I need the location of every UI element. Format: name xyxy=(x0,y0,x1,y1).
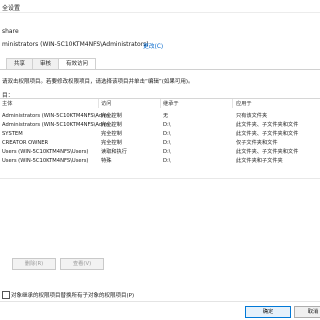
access-cell: 完全控制 xyxy=(101,140,122,146)
applies-to-cell: 此文件夹、子文件夹和文件 xyxy=(236,122,299,128)
inherited-from-cell: D:\ xyxy=(163,140,171,146)
access-cell: 特殊 xyxy=(101,158,112,164)
inherited-from-cell: D:\ xyxy=(163,158,171,164)
change-owner-link[interactable]: 更改(C) xyxy=(143,41,163,50)
inherited-from-cell: D:\ xyxy=(163,131,171,137)
inherited-from-cell: D:\ xyxy=(163,122,171,128)
tab-auditing[interactable]: 审核 xyxy=(32,58,60,69)
info-text: 请双击权限项目。若要修改权限项目，请选择该项目并单击“编辑”(如果可用)。 xyxy=(2,79,194,85)
column-separator[interactable] xyxy=(98,99,99,108)
table-row[interactable]: Users (WIN-5C10KTM4NFS\Users) 特殊 D:\ 此文件… xyxy=(0,157,320,165)
table-row[interactable]: Administrators (WIN-5C10KTM4NFS\Admi... … xyxy=(0,112,320,120)
remove-button[interactable]: 删除(R) xyxy=(12,258,56,270)
object-name: share xyxy=(2,28,19,35)
inherited-from-cell: D:\ xyxy=(163,149,171,155)
table-row[interactable]: Administrators (WIN-5C10KTM4NFS\Admi... … xyxy=(0,121,320,129)
title-divider xyxy=(0,12,320,13)
footer-divider xyxy=(0,301,320,302)
column-header-access[interactable]: 访问 xyxy=(101,100,111,107)
principal-cell: Users (WIN-5C10KTM4NFS\Users) xyxy=(2,158,89,164)
tab-share[interactable]: 共享 xyxy=(6,58,34,69)
principal-cell: CREATOR OWNER xyxy=(2,140,49,146)
column-header-principal[interactable]: 主体 xyxy=(2,100,12,107)
access-cell: 完全控制 xyxy=(101,122,122,128)
tab-strip: 共享 审核 有效访问 xyxy=(6,58,97,70)
access-cell: 完全控制 xyxy=(101,113,122,119)
applies-to-cell: 此文件夹、子文件夹和文件 xyxy=(236,131,299,137)
principal-cell: Users (WIN-5C10KTM4NFS\Users) xyxy=(2,149,89,155)
table-row[interactable]: CREATOR OWNER 完全控制 D:\ 仅子文件夹和文件 xyxy=(0,139,320,147)
window-title: 全设置 xyxy=(2,5,21,12)
cancel-button[interactable]: 取消 xyxy=(294,306,320,318)
column-header-inherited-from[interactable]: 继承于 xyxy=(163,100,179,107)
table-bottom-border xyxy=(0,178,320,179)
replace-permissions-label: 对象继承的权限项目替换所有子对象的权限项目(P) xyxy=(11,293,135,299)
applies-to-cell: 此文件夹和子文件夹 xyxy=(236,158,283,164)
applies-to-cell: 只有该文件夹 xyxy=(236,113,268,119)
inherited-from-cell: 无 xyxy=(163,113,169,119)
principal-cell: SYSTEM xyxy=(2,131,23,137)
view-button[interactable]: 查看(V) xyxy=(60,258,104,270)
table-row[interactable]: Users (WIN-5C10KTM4NFS\Users) 读取和执行 D:\ … xyxy=(0,148,320,156)
access-cell: 读取和执行 xyxy=(101,149,127,155)
owner-value: ministrators (WIN-5C10KTM4NFS\Administra… xyxy=(2,41,149,48)
principal-cell: Administrators (WIN-5C10KTM4NFS\Admi... xyxy=(2,122,114,128)
column-header-applies-to[interactable]: 应用于 xyxy=(236,100,252,107)
access-cell: 完全控制 xyxy=(101,131,122,137)
column-separator[interactable] xyxy=(160,99,161,108)
table-row[interactable]: SYSTEM 完全控制 D:\ 此文件夹、子文件夹和文件 xyxy=(0,130,320,138)
column-separator[interactable] xyxy=(232,99,233,108)
ok-button[interactable]: 确定 xyxy=(245,306,291,318)
replace-permissions-checkbox[interactable] xyxy=(2,291,10,299)
applies-to-cell: 仅子文件夹和文件 xyxy=(236,140,278,146)
tab-panel-border xyxy=(0,69,320,70)
principal-cell: Administrators (WIN-5C10KTM4NFS\Admi... xyxy=(2,113,114,119)
applies-to-cell: 此文件夹、子文件夹和文件 xyxy=(236,149,299,155)
